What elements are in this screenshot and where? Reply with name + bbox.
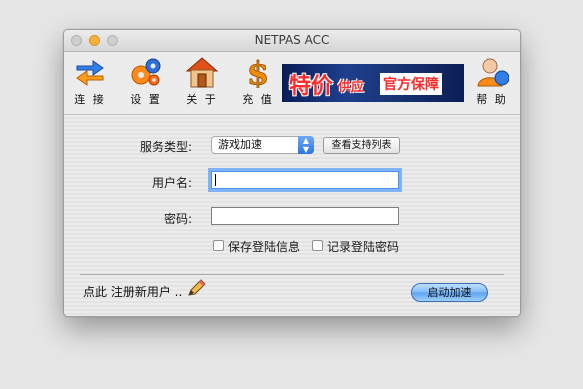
username-label: 用户名:	[151, 176, 192, 190]
password-input[interactable]	[211, 207, 399, 225]
banner-text-supply: 供应	[338, 80, 365, 95]
settings-label: 设 置	[130, 93, 162, 106]
recharge-label: 充 值	[242, 93, 274, 106]
text-caret	[215, 174, 216, 186]
help-label: 帮 助	[476, 93, 508, 106]
settings-button[interactable]: 设 置	[124, 56, 168, 107]
remember-password-checkbox[interactable]	[312, 240, 323, 251]
divider	[80, 274, 504, 275]
service-type-label: 服务类型:	[139, 140, 192, 154]
banner-text-special: 特价	[289, 74, 334, 99]
window-title: NETPAS ACC	[254, 33, 330, 47]
pencil-icon	[188, 279, 206, 296]
about-button[interactable]: 关 于	[180, 56, 224, 107]
login-form: 服务类型: 游戏加速 ▲ ▼ 查看支持列表 用户名: 密码: 保存登陆信息 记录登…	[64, 114, 520, 316]
house-icon	[185, 57, 219, 88]
recharge-button[interactable]: $ 充 值	[236, 56, 280, 107]
app-window: NETPAS ACC 连 接 设 置 关 于 $ 充 值 帮 助 特价 供应 官…	[63, 29, 521, 317]
username-input[interactable]	[211, 171, 399, 189]
banner-text-official: 官方保障	[380, 73, 442, 95]
chevron-updown-icon: ▲ ▼	[298, 136, 314, 154]
password-label: 密码:	[163, 212, 192, 226]
save-login-checkbox[interactable]	[213, 240, 224, 251]
start-acceleration-button[interactable]: 启动加速	[411, 283, 488, 302]
connect-arrows-icon	[76, 60, 104, 86]
dollar-icon: $	[246, 56, 269, 88]
connect-label: 连 接	[74, 93, 106, 106]
save-login-label[interactable]: 保存登陆信息	[228, 238, 300, 255]
view-support-list-button[interactable]: 查看支持列表	[323, 137, 400, 154]
promo-banner[interactable]: 特价 供应 官方保障	[282, 64, 464, 102]
user-help-icon	[477, 58, 509, 87]
about-label: 关 于	[186, 93, 218, 106]
gears-icon	[131, 58, 161, 86]
remember-password-label[interactable]: 记录登陆密码	[327, 238, 399, 255]
svg-text:$: $	[247, 56, 269, 88]
title-bar: NETPAS ACC	[64, 30, 520, 52]
service-type-select[interactable]: 游戏加速 ▲ ▼	[211, 136, 314, 154]
register-link[interactable]: 点此 注册新用户 ..	[83, 283, 182, 300]
help-button[interactable]: 帮 助	[470, 56, 514, 107]
connect-button[interactable]: 连 接	[68, 56, 112, 107]
service-type-value: 游戏加速	[218, 138, 262, 151]
